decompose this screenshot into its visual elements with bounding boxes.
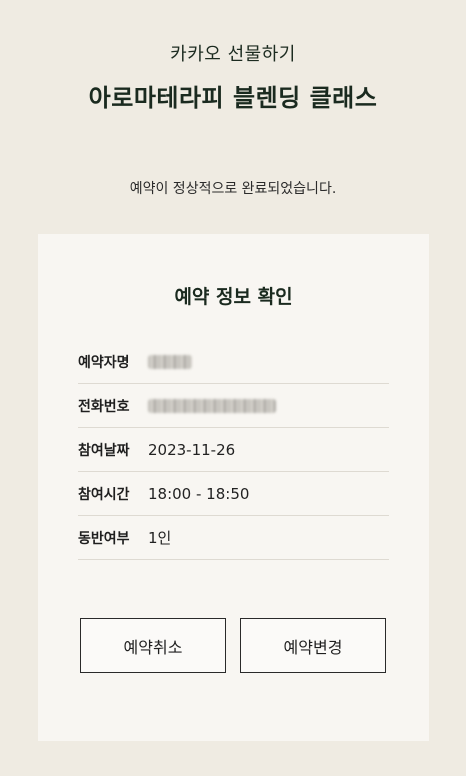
info-row-name: 예약자명 xyxy=(78,340,389,384)
class-title: 아로마테라피 블렌딩 클래스 xyxy=(88,84,378,112)
action-buttons: 예약취소 예약변경 xyxy=(80,618,386,673)
info-row-phone: 전화번호 xyxy=(78,384,389,428)
participation-time: 18:00 - 18:50 xyxy=(148,484,250,503)
participation-date: 2023-11-26 xyxy=(148,440,236,459)
info-label: 예약자명 xyxy=(78,354,130,371)
reservation-card: 예약 정보 확인 예약자명 전화번호 참여날짜 2023-11-26 참여시간 … xyxy=(38,234,429,741)
info-row-companion: 동반여부 1인 xyxy=(78,516,389,560)
change-reservation-button[interactable]: 예약변경 xyxy=(240,618,386,673)
info-label: 참여시간 xyxy=(78,486,130,503)
page-header: 카카오 선물하기 아로마테라피 블렌딩 클래스 xyxy=(0,40,466,113)
card-title: 예약 정보 확인 xyxy=(174,286,293,308)
companion-count: 1인 xyxy=(148,529,172,547)
reservation-info-list: 예약자명 전화번호 참여날짜 2023-11-26 참여시간 18:00 - 1… xyxy=(78,340,389,560)
info-label: 동반여부 xyxy=(78,530,130,547)
cancel-reservation-button[interactable]: 예약취소 xyxy=(80,618,226,673)
confirmation-message: 예약이 정상적으로 완료되었습니다. xyxy=(129,181,337,197)
phone-number-redacted xyxy=(148,397,276,415)
info-row-time: 참여시간 18:00 - 18:50 xyxy=(78,472,389,516)
info-label: 참여날짜 xyxy=(78,442,130,459)
info-label: 전화번호 xyxy=(78,398,130,415)
service-name: 카카오 선물하기 xyxy=(170,44,296,65)
reserver-name-redacted xyxy=(148,353,192,371)
info-row-date: 참여날짜 2023-11-26 xyxy=(78,428,389,472)
